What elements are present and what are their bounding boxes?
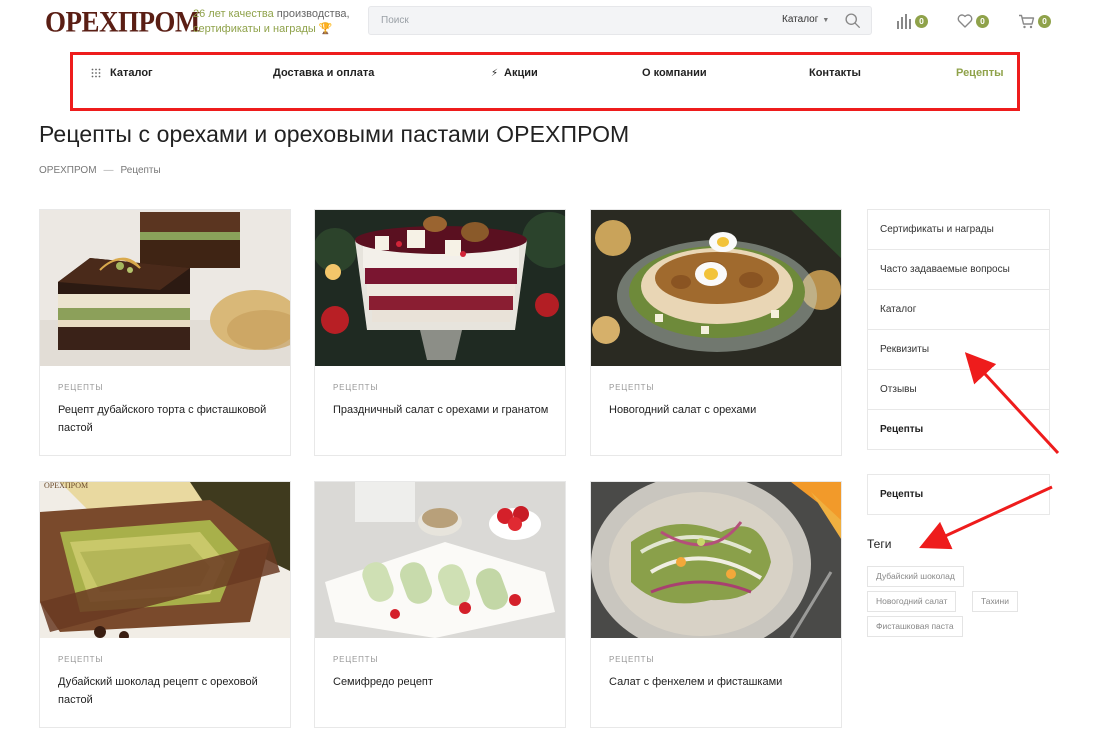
compare-button[interactable]: 0: [896, 12, 928, 30]
favorites-count-badge: 0: [976, 14, 989, 28]
search-bar: Каталог▼: [368, 6, 872, 35]
recipe-title[interactable]: Семифредо рецепт: [333, 673, 553, 691]
trophy-icon: 🏆: [318, 23, 333, 35]
recipe-category: РЕЦЕПТЫ: [609, 655, 655, 664]
nav-label: Рецепты: [956, 67, 1004, 79]
recipe-card[interactable]: ОРЕХПРОМ РЕЦЕПТЫ Дубайский шоколад рецеп…: [39, 481, 291, 728]
recipe-image[interactable]: [315, 210, 565, 366]
breadcrumb: ОРЕХПРОМ — Рецепты: [39, 165, 161, 176]
chevron-down-icon: ⌄: [1027, 489, 1035, 499]
recipe-title[interactable]: Дубайский шоколад рецепт с ореховой паст…: [58, 673, 278, 709]
sidebar-item-faq[interactable]: Часто задаваемые вопросы: [868, 250, 1049, 290]
recipe-title[interactable]: Салат с фенхелем и фисташками: [609, 673, 829, 691]
main-navigation: Каталог Доставка и оплата ⚡ Акции О комп…: [70, 52, 1020, 111]
sidebar-item-requisites[interactable]: Реквизиты: [868, 330, 1049, 370]
tagline: 26 лет качества производства, сертификат…: [193, 7, 353, 37]
tag-pistachio-paste[interactable]: Фисташковая паста: [867, 616, 963, 637]
cart-icon: [1019, 14, 1035, 28]
search-category-label: Каталог: [782, 14, 819, 25]
sidebar-item-reviews[interactable]: Отзывы: [868, 370, 1049, 410]
recipe-category: РЕЦЕПТЫ: [58, 383, 104, 392]
tag-tahini[interactable]: Тахини: [972, 591, 1018, 612]
nav-label: О компании: [642, 67, 707, 79]
nav-item-promotions[interactable]: ⚡ Акции: [491, 67, 538, 79]
recipe-image[interactable]: [591, 482, 841, 638]
sidebar-menu: Сертификаты и награды Часто задаваемые в…: [867, 209, 1050, 450]
sidebar-item-recipes[interactable]: Рецепты: [868, 410, 1049, 450]
recipe-image[interactable]: [40, 210, 290, 366]
page-title: Рецепты с орехами и ореховыми пастами ОР…: [39, 121, 630, 147]
site-header: ОРЕХПРОМ 26 лет качества производства, с…: [0, 0, 1095, 48]
nav-item-contacts[interactable]: Контакты: [809, 67, 861, 79]
lightning-icon: ⚡: [491, 67, 499, 79]
tags-heading: Теги: [867, 537, 892, 551]
svg-text:ОРЕХПРОМ: ОРЕХПРОМ: [44, 482, 88, 490]
nav-item-recipes[interactable]: Рецепты: [956, 67, 1004, 79]
cart-button[interactable]: 0: [1018, 12, 1051, 30]
recipe-card[interactable]: РЕЦЕПТЫ Рецепт дубайского торта с фисташ…: [39, 209, 291, 456]
recipe-category: РЕЦЕПТЫ: [333, 655, 379, 664]
tag-new-year-salad[interactable]: Новогодний салат: [867, 591, 957, 612]
caret-down-icon: ▼: [822, 17, 830, 24]
nav-label: Каталог: [110, 67, 153, 79]
search-input[interactable]: [369, 7, 749, 34]
breadcrumb-separator: —: [103, 165, 114, 176]
nav-item-catalog[interactable]: Каталог: [91, 67, 153, 79]
bar-chart-icon: [897, 13, 911, 29]
heart-icon: [957, 14, 973, 28]
search-icon[interactable]: [844, 12, 861, 29]
search-category-select[interactable]: Каталог ▼: [782, 14, 829, 25]
compare-count-badge: 0: [915, 14, 928, 28]
recipe-title[interactable]: Рецепт дубайского торта с фисташковой па…: [58, 401, 278, 437]
recipe-image[interactable]: [591, 210, 841, 366]
favorites-button[interactable]: 0: [957, 12, 989, 30]
nav-label: Доставка и оплата: [273, 67, 375, 79]
sidebar-item-catalog[interactable]: Каталог: [868, 290, 1049, 330]
grid-dots-icon: [91, 68, 101, 78]
sidebar-recipes-dropdown[interactable]: Рецепты ⌄: [867, 474, 1050, 515]
tagline-link[interactable]: сертификаты и награды: [193, 23, 316, 35]
recipe-card[interactable]: РЕЦЕПТЫ Семифредо рецепт: [314, 481, 566, 728]
tag-dubai-chocolate[interactable]: Дубайский шоколад: [867, 566, 964, 587]
nav-label: Акции: [504, 67, 538, 79]
nav-label: Контакты: [809, 67, 861, 79]
recipe-category: РЕЦЕПТЫ: [58, 655, 104, 664]
nav-item-about[interactable]: О компании: [642, 67, 707, 79]
recipe-image[interactable]: ОРЕХПРОМ: [40, 482, 290, 638]
site-logo[interactable]: ОРЕХПРОМ: [45, 6, 200, 39]
breadcrumb-current: Рецепты: [120, 165, 161, 176]
breadcrumb-home[interactable]: ОРЕХПРОМ: [39, 165, 97, 176]
tagline-text: производства,: [273, 8, 350, 20]
recipe-image[interactable]: [315, 482, 565, 638]
recipe-category: РЕЦЕПТЫ: [333, 383, 379, 392]
tagline-highlight: 26 лет качества: [193, 8, 274, 20]
recipe-card[interactable]: РЕЦЕПТЫ Праздничный салат с орехами и гр…: [314, 209, 566, 456]
sidebar-item-certificates[interactable]: Сертификаты и награды: [868, 210, 1049, 250]
cart-count-badge: 0: [1038, 14, 1051, 28]
recipe-card[interactable]: РЕЦЕПТЫ Новогодний салат с орехами: [590, 209, 842, 456]
recipe-title[interactable]: Праздничный салат с орехами и гранатом: [333, 401, 553, 419]
sidebar-box-label: Рецепты: [880, 489, 924, 500]
recipe-card[interactable]: РЕЦЕПТЫ Салат с фенхелем и фисташками: [590, 481, 842, 728]
recipe-category: РЕЦЕПТЫ: [609, 383, 655, 392]
recipe-title[interactable]: Новогодний салат с орехами: [609, 401, 829, 419]
nav-item-delivery[interactable]: Доставка и оплата: [273, 67, 374, 79]
